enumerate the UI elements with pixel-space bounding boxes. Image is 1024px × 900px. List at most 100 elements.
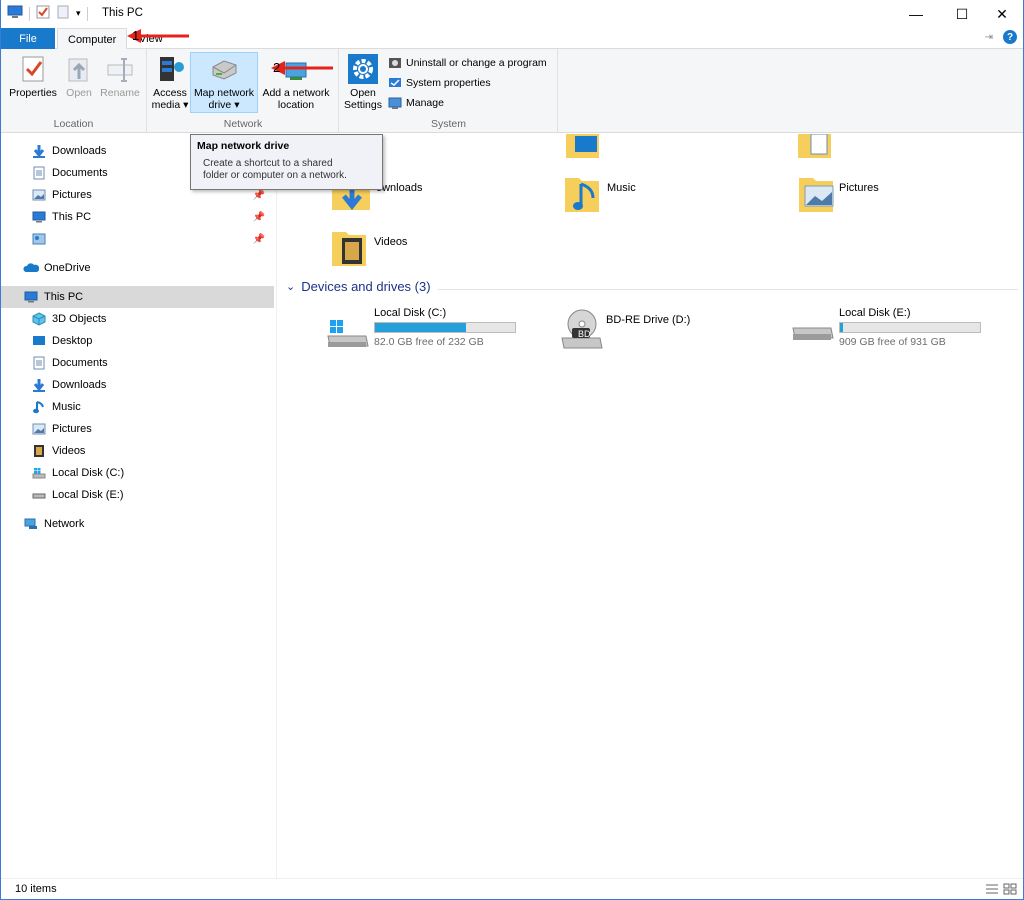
system-group-label: System [430, 118, 466, 130]
customize-qat-chevron-icon[interactable]: ▾ [76, 8, 81, 19]
system-properties-icon [389, 78, 401, 87]
nav-item-videos[interactable]: Videos [31, 440, 271, 462]
drive-icon [792, 327, 834, 340]
folder-tile-music[interactable]: Music [563, 172, 636, 216]
pictures-folder-icon [799, 178, 834, 212]
chevron-down-icon: ⌄ [286, 281, 296, 293]
drive-tile-c[interactable]: Local Disk (C:) 82.0 GB free of 232 GB [326, 304, 526, 354]
help-icon[interactable]: ? [1003, 30, 1017, 44]
nav-item-local-disk-c[interactable]: Local Disk (C:) [31, 462, 271, 484]
music-folder-icon [565, 178, 599, 212]
windows-drive-icon [327, 320, 369, 347]
pin-icon[interactable]: 📌 [253, 212, 265, 223]
new-folder-qat-icon[interactable] [56, 5, 70, 22]
document-icon [31, 355, 47, 371]
download-arrow-icon [31, 377, 47, 393]
desktop-icon [31, 333, 47, 349]
media-server-icon [160, 57, 184, 81]
tooltip-description-line-1: Create a shortcut to a shared [203, 158, 333, 169]
folder-tile-pictures[interactable]: Pictures [797, 172, 879, 216]
download-arrow-icon [31, 143, 47, 159]
gear-icon [348, 54, 378, 84]
drive-usage-bar [839, 322, 981, 333]
drive-usage-bar [374, 322, 516, 333]
windows-drive-icon [31, 465, 47, 481]
system-group: Open Settings Uninstall or change a prog… [340, 49, 558, 133]
annotation-arrow-1 [127, 29, 189, 43]
section-divider [438, 289, 1018, 290]
open-icon [68, 58, 88, 82]
explorer-window: ▾ This PC — ☐ ✕ File Computer View ⇥ ? P… [0, 0, 1024, 900]
drive-name: Local Disk (E:) [839, 307, 911, 319]
nav-item-pictures[interactable]: Pictures [31, 418, 271, 440]
pin-icon[interactable]: 📌 [253, 234, 265, 245]
open-button[interactable]: Open [61, 53, 97, 99]
drive-name: BD-RE Drive (D:) [606, 314, 691, 326]
annotation-step-2: 2 [273, 60, 281, 75]
window-title: This PC [102, 7, 143, 19]
control-panel-icon [31, 231, 47, 247]
drive-free-space: 909 GB free of 931 GB [839, 336, 946, 348]
uninstall-icon [389, 58, 401, 68]
drive-tile-e[interactable]: Local Disk (E:) 909 GB free of 931 GB [791, 304, 991, 354]
location-group-label: Location [53, 118, 94, 130]
large-icons-view-icon[interactable] [1003, 883, 1017, 898]
tab-file[interactable]: File [1, 28, 55, 49]
tooltip-description-line-2: folder or computer on a network. [203, 170, 347, 181]
nav-item-downloads[interactable]: Downloads [31, 374, 271, 396]
nav-item-control-panel-quick[interactable]: 📌 [31, 228, 271, 250]
ribbon: Properties Open Rename Location Access m… [1, 49, 1023, 133]
access-media-button[interactable]: Access media ▾ [150, 53, 190, 111]
properties-icon [22, 56, 44, 82]
folder-tile-videos[interactable]: Videos [330, 226, 407, 270]
annotation-step-1: 1 [132, 28, 140, 43]
nav-item-documents[interactable]: Documents [31, 352, 271, 374]
monitor-icon [23, 289, 39, 305]
drive-tile-d[interactable]: BD BD-RE Drive (D:) [560, 304, 760, 354]
nav-item-3d-objects[interactable]: 3D Objects [31, 308, 271, 330]
nav-item-this-pc-quick[interactable]: This PC 📌 [31, 206, 271, 228]
tab-computer[interactable]: Computer [57, 28, 128, 50]
this-pc-icon [7, 5, 23, 22]
manage-button[interactable]: Manage [388, 96, 444, 110]
folder-icon [566, 134, 599, 158]
music-note-icon [31, 399, 47, 415]
folder-tile-desktop-partial[interactable] [565, 134, 601, 160]
folder-tile-documents-partial[interactable] [797, 134, 833, 160]
pin-ribbon-icon[interactable]: ⇥ [985, 32, 993, 43]
nav-item-music[interactable]: Music [31, 396, 271, 418]
system-properties-button[interactable]: System properties [388, 76, 491, 90]
drive-name: Local Disk (C:) [374, 307, 447, 319]
devices-section-header[interactable]: ⌄ Devices and drives (3) [286, 279, 431, 294]
rename-button[interactable]: Rename [97, 53, 143, 99]
pin-icon[interactable]: 📌 [253, 190, 265, 201]
navigation-pane: Downloads 📌 Documents 📌 Pictures 📌 This … [1, 134, 277, 878]
item-count: 10 items [15, 883, 57, 895]
uninstall-program-button[interactable]: Uninstall or change a program [388, 56, 547, 70]
nav-item-this-pc[interactable]: This PC [1, 286, 274, 308]
document-icon [31, 165, 47, 181]
cube-icon [31, 311, 47, 327]
nav-item-desktop[interactable]: Desktop [31, 330, 271, 352]
bd-badge: BD [578, 329, 591, 339]
nav-item-onedrive[interactable]: OneDrive [23, 257, 271, 279]
nav-item-local-disk-e[interactable]: Local Disk (E:) [31, 484, 271, 506]
title-bar: ▾ This PC — ☐ ✕ [1, 0, 1023, 28]
map-network-drive-button[interactable]: Map network drive ▾ [190, 52, 258, 113]
nav-item-network[interactable]: Network [23, 513, 271, 535]
network-icon [23, 516, 39, 532]
drive-icon [31, 487, 47, 503]
rename-icon [107, 58, 133, 82]
properties-qat-icon[interactable] [36, 5, 50, 22]
drive-usage-fill [375, 323, 466, 332]
details-view-icon[interactable] [985, 883, 999, 898]
properties-button[interactable]: Properties [7, 53, 59, 99]
folder-icon [798, 134, 831, 158]
open-settings-button[interactable]: Open Settings [344, 53, 382, 111]
drive-free-space: 82.0 GB free of 232 GB [374, 336, 484, 348]
network-drive-icon [212, 60, 237, 80]
close-button[interactable]: ✕ [979, 0, 1024, 28]
monitor-icon [31, 209, 47, 225]
minimize-button[interactable]: — [893, 0, 939, 28]
quick-access-toolbar: ▾ [7, 5, 88, 22]
